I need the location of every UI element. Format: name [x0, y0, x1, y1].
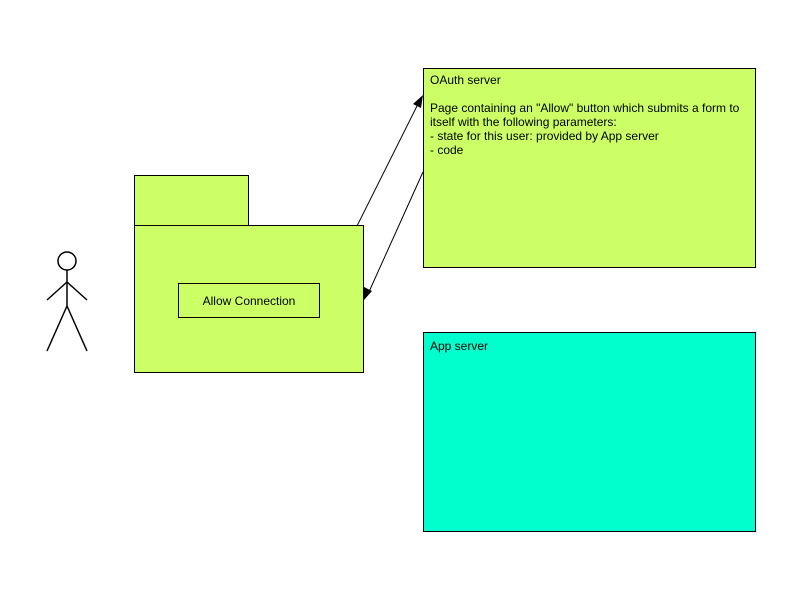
actor-stick-figure-icon	[46, 251, 88, 352]
actor-left-arm	[46, 281, 68, 301]
oauth-param-state: - state for this user: provided by App s…	[430, 129, 659, 143]
package-tab	[134, 175, 249, 226]
oauth-param-list: - state for this user: provided by App s…	[430, 129, 749, 157]
oauth-server-title: OAuth server	[430, 73, 501, 87]
arrow-to-package	[364, 171, 424, 300]
actor-right-arm	[66, 281, 88, 301]
actor-left-leg	[46, 305, 68, 352]
actor-right-leg	[66, 305, 88, 352]
oauth-server-box: OAuth server Page containing an "Allow" …	[423, 68, 756, 268]
allow-connection-button[interactable]: Allow Connection	[178, 283, 320, 318]
arrowhead-oauth-icon	[413, 95, 423, 108]
oauth-param-code: - code	[430, 143, 464, 157]
app-server-title: App server	[430, 339, 489, 353]
app-server-box: App server	[423, 332, 756, 532]
oauth-server-description: Page containing an "Allow" button which …	[430, 101, 740, 129]
diagram-canvas: Allow Connection OAuth server Page conta…	[0, 0, 800, 600]
actor-head	[57, 251, 77, 271]
